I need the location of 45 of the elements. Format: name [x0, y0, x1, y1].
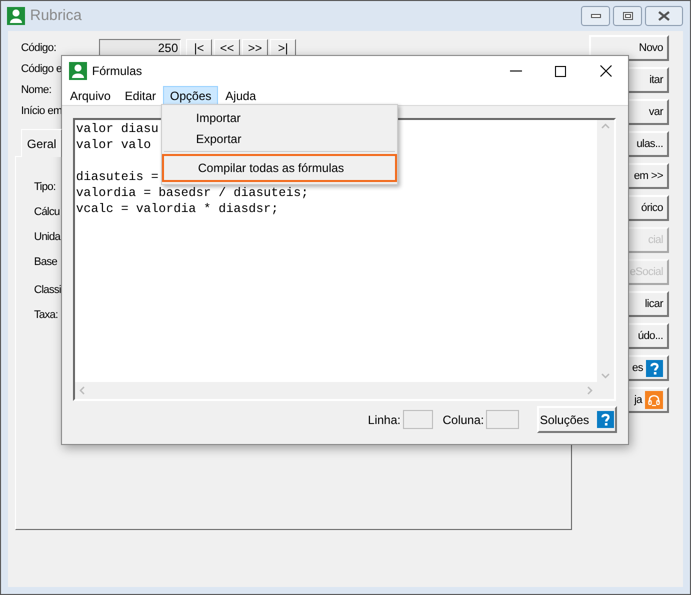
- tab[interactable]: Geral: [21, 129, 62, 157]
- help-icon: [646, 360, 663, 376]
- menu-option[interactable]: Compilar todas as fórmulas: [162, 154, 397, 182]
- minimize-icon: [590, 14, 600, 18]
- code-line: diasuteis =: [76, 169, 159, 185]
- headset-icon: [645, 391, 663, 409]
- field-label: Classi: [34, 283, 61, 298]
- menu-item[interactable]: Opções: [163, 86, 218, 106]
- field-label: Unida: [34, 230, 60, 245]
- maximize-icon: [555, 66, 566, 76]
- code-line: valor valo: [76, 137, 152, 153]
- code-line: valordia = basedsr / diasuteis;: [76, 185, 309, 201]
- maximize-icon: [622, 12, 632, 20]
- close-button[interactable]: [645, 6, 683, 26]
- menu-item[interactable]: Ajuda: [218, 86, 264, 106]
- scroll-right-icon: [587, 386, 593, 395]
- close-icon: [658, 11, 670, 21]
- line-label: Linha:: [368, 412, 401, 428]
- solutions-button[interactable]: Soluções: [537, 406, 617, 433]
- line-field[interactable]: [402, 410, 433, 429]
- code-line: valor diasu: [76, 121, 159, 137]
- help-icon: [597, 411, 614, 428]
- menu-option[interactable]: Exportar: [162, 128, 397, 149]
- column-label: Coluna:: [442, 412, 484, 428]
- scroll-down-icon: [601, 373, 610, 379]
- code-line: vcalc = valordia * diasdsr;: [76, 201, 279, 217]
- close-icon: [600, 65, 612, 77]
- app-icon: [69, 62, 87, 80]
- field-label: Taxa:: [34, 308, 58, 323]
- scroll-left-icon: [79, 386, 85, 395]
- window-title: Fórmulas: [92, 63, 142, 80]
- field-label: Nome:: [21, 83, 52, 98]
- maximize-button[interactable]: [613, 6, 642, 26]
- window-title: Rubrica: [30, 6, 82, 26]
- column-field[interactable]: [486, 410, 519, 429]
- field-label: Código:: [21, 41, 56, 56]
- minimize-icon: [510, 70, 522, 72]
- app-icon: [7, 7, 25, 25]
- menu-item[interactable]: Editar: [118, 86, 164, 106]
- field-label: Base: [34, 255, 58, 270]
- scroll-up-icon: [601, 123, 610, 129]
- menu-item[interactable]: Arquivo: [63, 86, 118, 106]
- minimize-button[interactable]: [581, 6, 610, 26]
- field-label: Cálcu: [34, 205, 60, 220]
- field-label: Tipo:: [34, 180, 56, 195]
